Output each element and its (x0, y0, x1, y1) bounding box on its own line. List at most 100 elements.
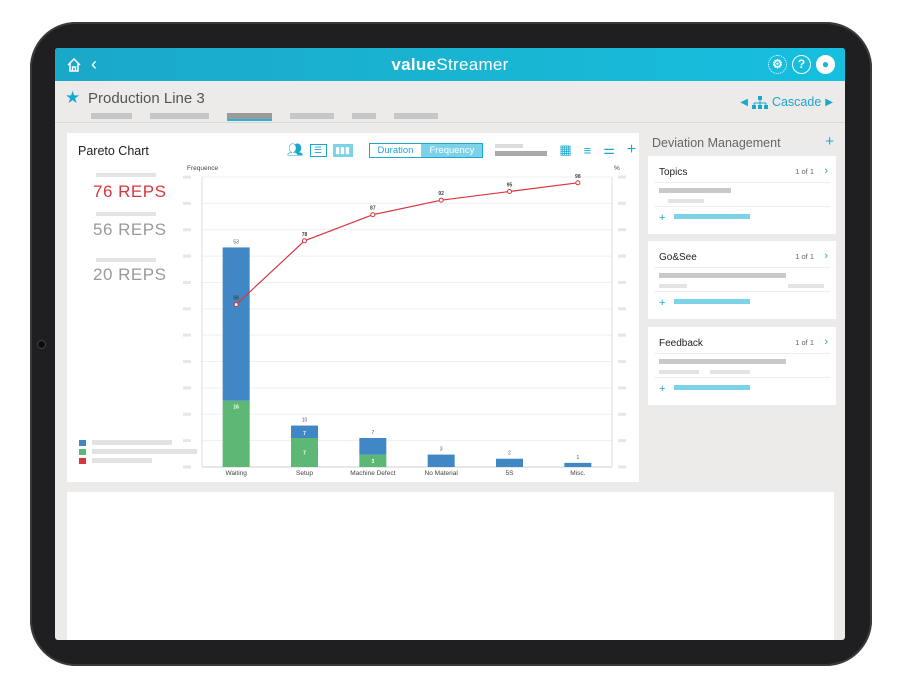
card-count: 1 of 1 (795, 338, 814, 347)
y-tick-label (183, 465, 191, 469)
calendar-icon[interactable]: ▦ (559, 142, 571, 158)
settings-icon[interactable]: ⚙ (768, 55, 787, 74)
y-tick-label (183, 175, 191, 179)
y-tick-label (183, 280, 191, 284)
gosee-text (659, 273, 786, 278)
toggle-duration[interactable]: Duration (370, 144, 422, 157)
sliders-icon[interactable]: ⚌ (603, 142, 615, 158)
legend-swatch-1 (79, 440, 86, 446)
y-tick-label (183, 333, 191, 337)
y-axis-label: Frequence (187, 165, 218, 172)
add-deviation-icon[interactable]: + (825, 133, 834, 150)
app-logo: valueStreamer (391, 55, 509, 74)
chevron-left-icon[interactable]: ◀ (740, 97, 748, 108)
y-tick-label (183, 386, 191, 390)
gosee-meta (659, 284, 687, 288)
topics-card: Topics 1 of 1 › + (648, 156, 836, 234)
legend-swatch-2 (79, 449, 86, 455)
pareto-title: Pareto Chart (78, 144, 149, 158)
nav-tab-3-active[interactable] (227, 113, 272, 121)
sub-header: ★ Production Line 3 ◀ Cascade ▶ (55, 81, 845, 123)
x-tick-label: 5S (506, 470, 515, 477)
y2-tick-label (618, 307, 626, 311)
card-count: 1 of 1 (795, 167, 814, 176)
add-topic-icon[interactable]: + (659, 212, 665, 224)
add-gosee-button[interactable] (674, 299, 750, 304)
y2-tick-label (618, 412, 626, 416)
bar-total-label: 3 (440, 447, 443, 453)
stat-label-3 (96, 258, 156, 262)
pareto-toolbar: 👥︎ ☰ ▮▮▮ Duration Frequency ▦ ≡ ⚌ + (287, 141, 636, 159)
cumulative-point (575, 180, 581, 186)
cumulative-label: 56 (233, 296, 239, 302)
gosee-card: Go&See 1 of 1 › + (648, 241, 836, 319)
cumulative-point (302, 238, 307, 244)
bar-5s-s2 (496, 458, 523, 467)
y2-tick-label (618, 201, 626, 205)
chevron-right-icon[interactable]: › (824, 336, 828, 348)
bar-segment-label: 7 (303, 431, 306, 437)
people-icon[interactable]: 👥︎ (287, 142, 304, 158)
cumulative-label: 95 (507, 183, 513, 189)
filter-field[interactable] (495, 144, 548, 156)
x-tick-label: No Material (425, 470, 459, 477)
page-title: Production Line 3 (88, 90, 205, 107)
cascade-button[interactable]: ◀ Cascade ▶ (740, 95, 833, 109)
add-topic-button[interactable] (674, 214, 750, 219)
favorite-star-icon[interactable]: ★ (65, 88, 80, 108)
bar-waiting-s2 (222, 247, 250, 401)
nav-tab-1[interactable] (91, 113, 132, 119)
stat-label-2 (96, 212, 156, 216)
nav-tab-4[interactable] (290, 113, 334, 119)
y-tick-label (183, 307, 191, 311)
bar-total-label: 2 (508, 451, 511, 457)
x-tick-label: Machine Defect (350, 470, 395, 477)
legend-label-3 (92, 458, 152, 463)
y-tick-label (183, 254, 191, 258)
hierarchy-icon (751, 95, 768, 109)
help-icon[interactable]: ? (792, 55, 811, 74)
cascade-label: Cascade (771, 95, 822, 109)
cumulative-label: 92 (438, 191, 444, 197)
bar-segment-label: 3 (371, 459, 374, 465)
feedback-date (710, 370, 750, 374)
y-tick-label (183, 412, 191, 416)
nav-tabs (91, 113, 456, 121)
chevron-right-icon[interactable]: › (824, 165, 828, 177)
x-tick-label: Waiting (225, 470, 247, 477)
add-gosee-icon[interactable]: + (659, 297, 665, 309)
y2-tick-label (618, 333, 626, 337)
pareto-chart: Frequence % 16 53 7 7 10 3 7 3 2 1 56 78 87 92 95 98 W… (183, 165, 626, 477)
nav-tab-2[interactable] (150, 113, 209, 119)
y2-tick-label (618, 175, 626, 179)
deviation-title: Deviation Management (652, 136, 781, 150)
bar-machine-defect-s2 (359, 438, 387, 455)
bar-total-label: 53 (233, 239, 239, 245)
y2-tick-label (618, 280, 626, 284)
stat-value-1: 76 REPS (93, 182, 167, 201)
cumulative-line (235, 182, 578, 306)
cumulative-point (507, 189, 512, 194)
filter-icon[interactable]: ≡ (584, 143, 592, 158)
add-icon[interactable]: + (627, 141, 636, 159)
chevron-right-icon[interactable]: ▶ (825, 97, 833, 108)
add-feedback-icon[interactable]: + (659, 383, 665, 395)
nav-tab-5[interactable] (352, 113, 376, 119)
user-icon[interactable]: ● (816, 55, 835, 74)
stat-value-2: 56 REPS (93, 220, 167, 239)
bar-total-label: 7 (371, 430, 374, 436)
list-view-icon[interactable]: ☰ (309, 143, 327, 157)
duration-frequency-toggle[interactable]: Duration Frequency (368, 142, 484, 158)
bar-view-icon[interactable]: ▮▮▮ (332, 143, 353, 157)
topic-link[interactable] (668, 199, 704, 203)
chevron-right-icon[interactable]: › (824, 250, 828, 262)
y-tick-label (183, 439, 191, 443)
toggle-frequency[interactable]: Frequency (421, 143, 483, 157)
card-title: Go&See (659, 252, 697, 263)
stat-value-3: 20 REPS (93, 265, 167, 284)
legend-swatch-3 (79, 458, 86, 464)
top-bar: ‹ valueStreamer ⚙ ? ● (55, 48, 845, 81)
cumulative-point (233, 302, 239, 308)
add-feedback-button[interactable] (674, 385, 750, 390)
nav-tab-6[interactable] (394, 113, 438, 119)
